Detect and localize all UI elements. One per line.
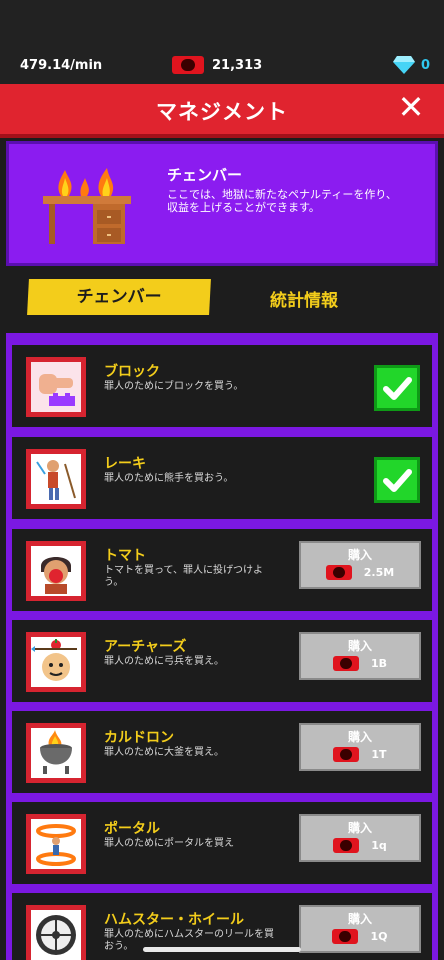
list-item: ポータル 罪人のためにポータルを買え 購入 1q (12, 802, 432, 884)
list-item: ブロック 罪人のためにブロックを買う。 (12, 345, 432, 427)
chamber-list[interactable]: ブロック 罪人のためにブロックを買う。 レーキ 罪人のために熊手を買おう。 トマ… (6, 333, 438, 960)
list-item: アーチャーズ 罪人のために弓兵を買え。 購入 1B (12, 620, 432, 702)
cash-icon (333, 838, 360, 853)
close-button[interactable]: ✕ (396, 91, 426, 123)
price-value: 1T (371, 748, 387, 761)
buy-button[interactable]: 購入 1q (299, 814, 421, 862)
diamond-icon (393, 56, 415, 74)
tomato-icon (31, 546, 81, 596)
archer-icon (31, 637, 81, 687)
item-description: 罪人のためにブロックを買う。 (104, 381, 244, 392)
price-value: 1q (371, 839, 387, 852)
management-header: マネジメント ✕ (0, 84, 444, 138)
buy-price: 2.5M (301, 565, 419, 580)
item-thumbnail (26, 541, 86, 601)
block-icon (31, 362, 81, 412)
item-thumbnail (26, 723, 86, 783)
list-item: カルドロン 罪人のために大釜を買え。 購入 1T (12, 711, 432, 793)
item-thumbnail (26, 814, 86, 874)
income-rate: 479.14/min (20, 58, 103, 73)
gem-value: 0 (421, 57, 431, 73)
item-thumbnail (26, 905, 86, 960)
buy-label: 購入 (347, 639, 372, 653)
buy-label: 購入 (347, 912, 372, 926)
item-description: 罪人のために弓兵を買え。 (104, 656, 224, 667)
tab-chamber[interactable]: チェンバー (27, 279, 211, 315)
buy-price: 1T (301, 747, 419, 762)
buy-button[interactable]: 購入 1T (299, 723, 421, 771)
price-value: 2.5M (363, 566, 395, 579)
item-name: カルドロン (104, 730, 174, 746)
buy-button[interactable]: 購入 2.5M (299, 541, 421, 589)
price-value: 1B (370, 657, 388, 670)
hamster-wheel-icon (31, 910, 81, 960)
money-counter: 21,313 (172, 56, 262, 74)
item-description: トマトを買って、罪人に投げつけよう。 (104, 565, 263, 588)
buy-button[interactable]: 購入 1Q (299, 905, 421, 953)
cash-icon (332, 656, 359, 671)
burning-desk-icon (43, 168, 131, 244)
money-value: 21,313 (212, 57, 263, 73)
chamber-intro-panel: チェンバー ここでは、地獄に新たなペナルティーを作り、収益を上げることができます… (6, 141, 438, 266)
intro-title: チェンバー (167, 166, 243, 184)
owned-check-button[interactable] (374, 457, 420, 503)
item-name: アーチャーズ (104, 639, 187, 655)
close-icon: ✕ (397, 88, 425, 126)
buy-price: 1B (301, 656, 419, 671)
page-title: マネジメント (156, 100, 288, 124)
owned-check-button[interactable] (374, 365, 420, 411)
buy-price: 1Q (301, 929, 419, 944)
checkmark-icon (383, 377, 412, 400)
item-description: 罪人のためにポータルを買え (104, 838, 234, 849)
list-item: レーキ 罪人のために熊手を買おう。 (12, 437, 432, 519)
item-thumbnail (26, 632, 86, 692)
buy-label: 購入 (347, 821, 372, 835)
status-bar: 479.14/min 21,313 0 (0, 0, 444, 84)
buy-button[interactable]: 購入 1B (299, 632, 421, 680)
gem-counter[interactable]: 0 (393, 56, 430, 74)
rake-icon (31, 454, 81, 504)
tab-statistics[interactable]: 統計情報 (270, 286, 338, 311)
item-name: ポータル (104, 821, 160, 837)
buy-label: 購入 (347, 548, 372, 562)
item-name: ハムスター・ホイール (104, 912, 244, 928)
buy-label: 購入 (347, 730, 372, 744)
item-name: ブロック (104, 364, 160, 380)
list-item: トマト トマトを買って、罪人に投げつけよう。 購入 2.5M (12, 529, 432, 611)
item-thumbnail (26, 449, 86, 509)
item-description: 罪人のために大釜を買え。 (104, 747, 224, 758)
item-name: トマト (104, 548, 146, 564)
intro-description: ここでは、地獄に新たなペナルティーを作り、収益を上げることができます。 (167, 188, 397, 214)
price-value: 1Q (370, 930, 388, 943)
item-thumbnail (26, 357, 86, 417)
cash-icon (332, 929, 359, 944)
item-name: レーキ (104, 456, 146, 472)
home-indicator[interactable] (143, 947, 301, 952)
item-description: 罪人のために熊手を買おう。 (104, 473, 234, 484)
cash-icon (172, 56, 204, 74)
cash-icon (333, 747, 360, 762)
portal-icon (31, 819, 81, 869)
checkmark-icon (383, 469, 412, 492)
buy-price: 1q (301, 838, 419, 853)
cash-icon (325, 565, 352, 580)
cauldron-icon (31, 728, 81, 778)
